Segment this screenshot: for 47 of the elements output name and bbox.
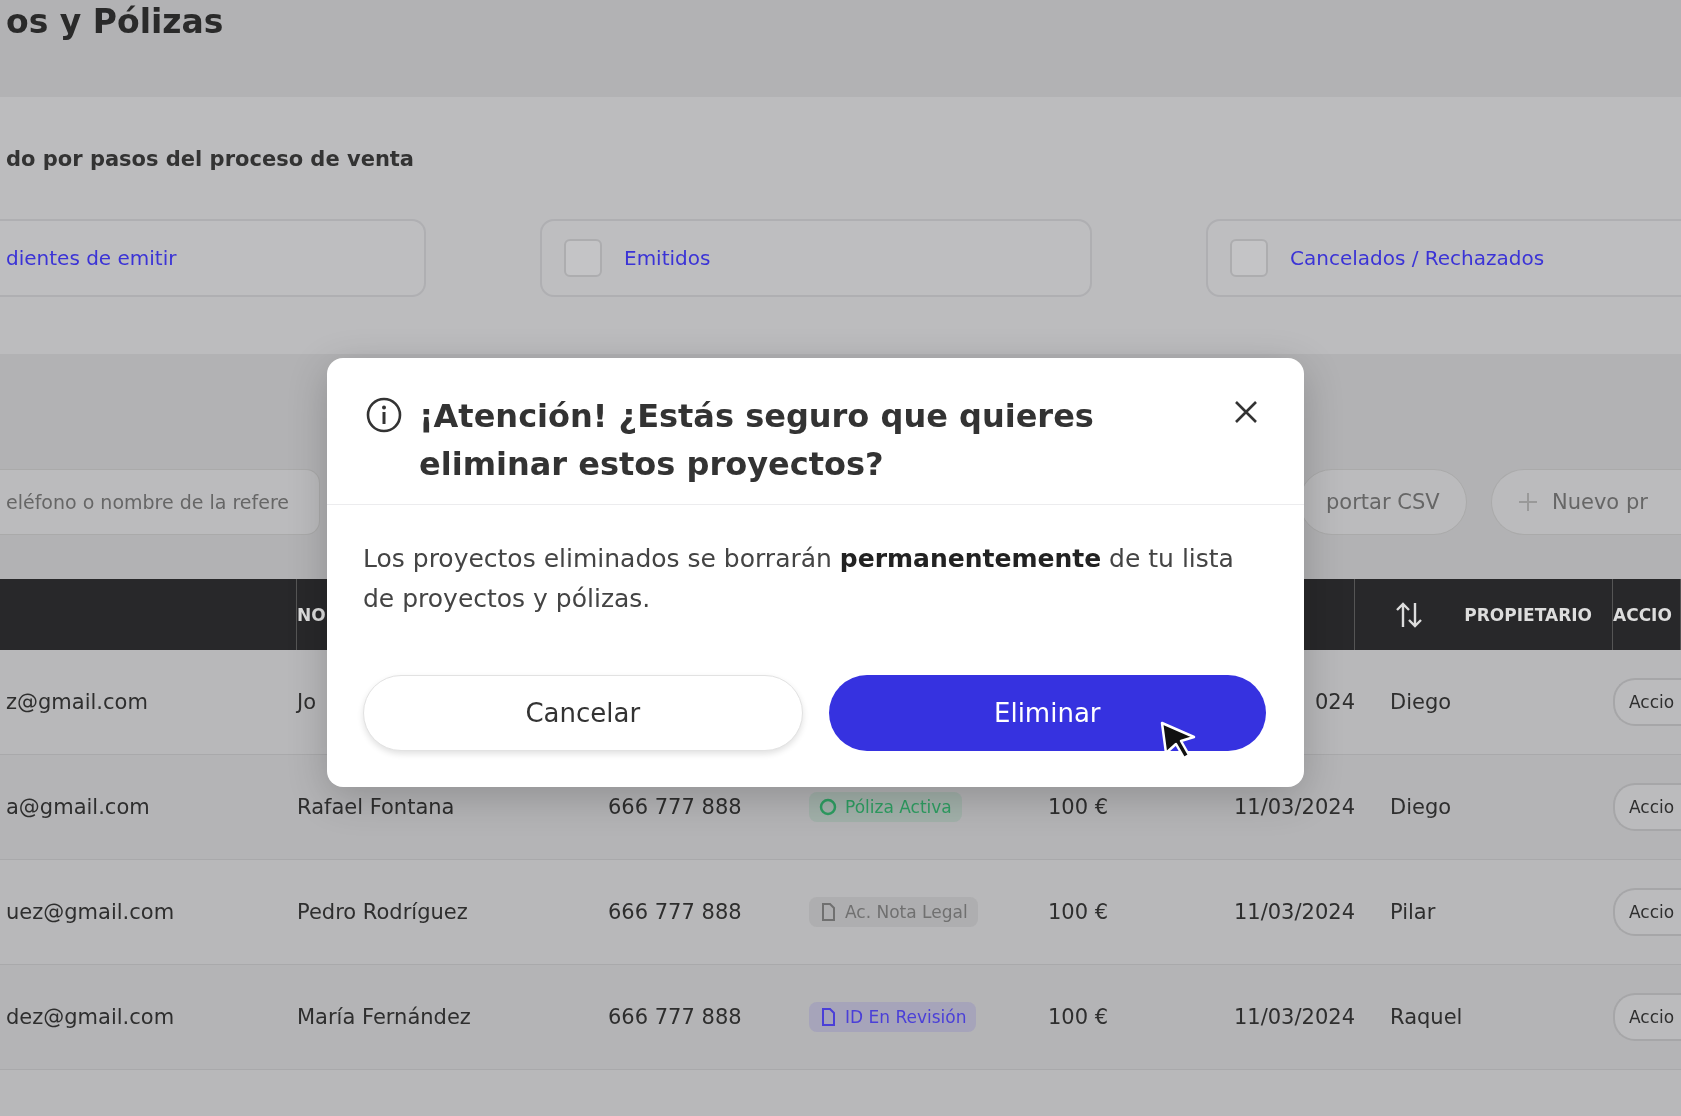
- dialog-title: ¡Atención! ¿Estás seguro que quieres eliminar estos proyectos?: [419, 396, 1095, 485]
- actions-button[interactable]: Accio: [1613, 993, 1681, 1041]
- actions-button[interactable]: Accio: [1613, 678, 1681, 726]
- table-cell: uez@gmail.com: [6, 900, 175, 924]
- table-cell: 024: [1314, 690, 1355, 714]
- info-icon: [365, 396, 403, 434]
- table-cell: Raquel: [1390, 1005, 1463, 1029]
- document-icon: [819, 1008, 837, 1026]
- table-cell: 100 €: [1048, 1005, 1109, 1029]
- table-cell: 100 €: [1048, 900, 1109, 924]
- table-cell: a@gmail.com: [6, 795, 150, 819]
- column-header: NO: [297, 604, 326, 625]
- document-icon: [819, 903, 837, 921]
- cancel-button[interactable]: Cancelar: [363, 675, 803, 751]
- table-cell: 666 777 888: [608, 795, 742, 819]
- table-cell: Pilar: [1390, 900, 1436, 924]
- page-title: os y Pólizas: [6, 2, 225, 41]
- status-circle-icon: [819, 798, 837, 816]
- table-cell: Diego: [1390, 690, 1452, 714]
- column-header: PROPIETARIO: [1464, 604, 1592, 625]
- table-cell: Diego: [1390, 795, 1452, 819]
- table-cell: 11/03/2024: [1233, 795, 1355, 819]
- filter-card[interactable]: dientes de emitir: [0, 219, 426, 297]
- table-cell: Rafael Fontana: [297, 795, 455, 819]
- table-cell: 666 777 888: [608, 1005, 742, 1029]
- table-cell: 666 777 888: [608, 900, 742, 924]
- table-cell: Jo: [297, 690, 317, 714]
- actions-button[interactable]: Accio: [1613, 888, 1681, 936]
- table-cell: María Fernández: [297, 1005, 471, 1029]
- table-cell: 11/03/2024: [1233, 1005, 1355, 1029]
- table-cell: dez@gmail.com: [6, 1005, 175, 1029]
- filter-card[interactable]: Emitidos: [540, 219, 1092, 297]
- actions-button[interactable]: Accio: [1613, 783, 1681, 831]
- plus-icon: [1518, 491, 1538, 512]
- table-cell: 100 €: [1048, 795, 1109, 819]
- table-cell: Pedro Rodríguez: [297, 900, 468, 924]
- dialog-message: Los proyectos eliminados se borrarán permanentemente de tu lista de proyectos y pólizas.: [363, 543, 1235, 615]
- status-badge: ID En Revisión: [809, 1002, 977, 1032]
- status-badge: Póliza Activa: [809, 792, 962, 822]
- section-heading: do por pasos del proceso de venta: [6, 147, 416, 171]
- table-cell: z@gmail.com: [6, 690, 148, 714]
- status-badge: Ac. Nota Legal: [809, 897, 978, 927]
- filter-card[interactable]: Cancelados / Rechazados: [1206, 219, 1681, 297]
- table-cell: 11/03/2024: [1233, 900, 1355, 924]
- sort-icon[interactable]: [1394, 600, 1425, 629]
- column-header: ACCIO: [1613, 604, 1672, 625]
- delete-button[interactable]: Eliminar: [828, 675, 1266, 751]
